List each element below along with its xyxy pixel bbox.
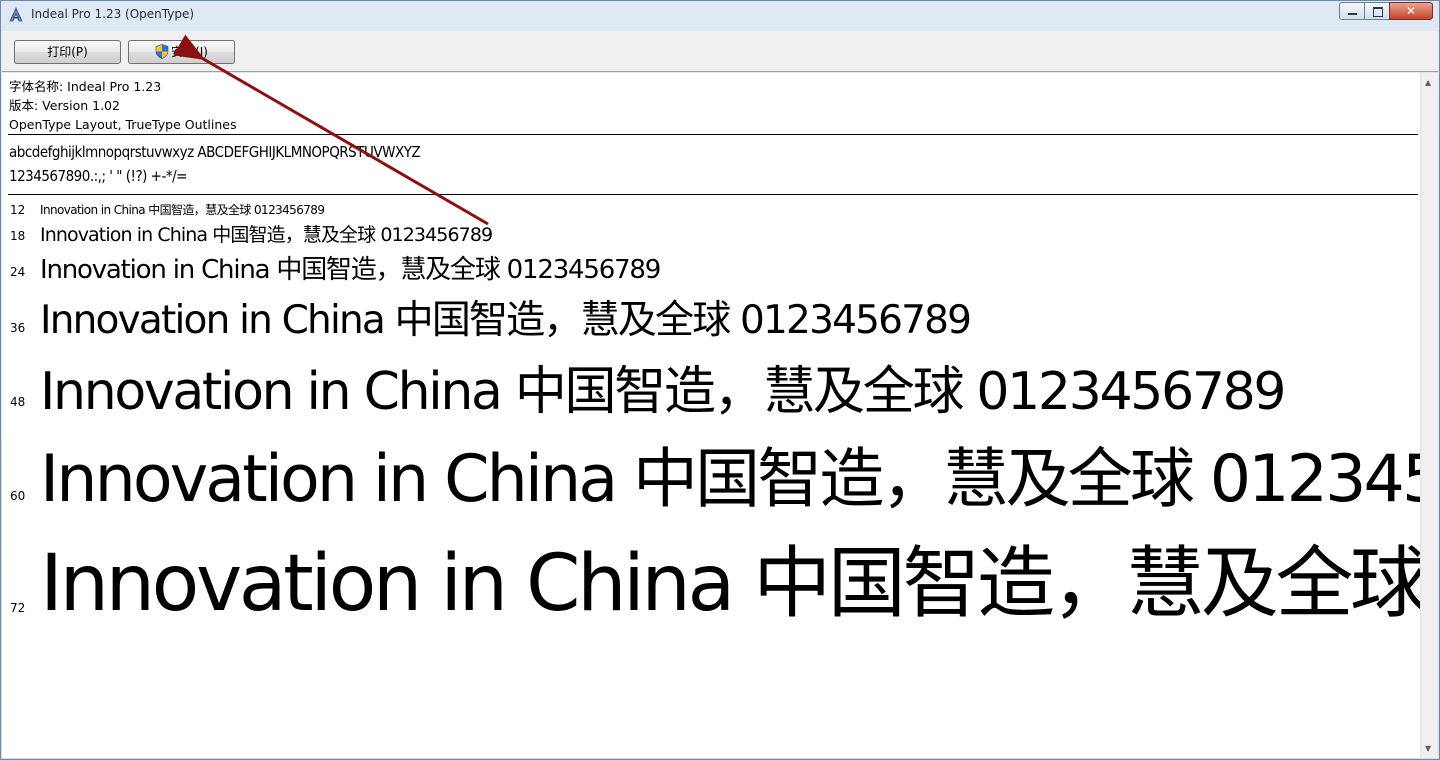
sample-text: Innovation in China 中国智造，慧及全球 0123456789 (40, 298, 972, 343)
font-tech-line: OpenType Layout, TrueType Outlines (9, 117, 237, 132)
character-set-preview: abcdefghijklmnopqrstuvwxyz ABCDEFGHIJKLM… (9, 140, 421, 188)
uac-shield-icon (155, 44, 169, 59)
sample-text: Innovation in China 中国智造，慧及全球 0123456789 (40, 203, 325, 217)
sample-text: Innovation in China 中国智造，慧及全球 0123456789 (40, 224, 493, 246)
install-button-label: 安装(I) (171, 45, 208, 59)
title-bar[interactable]: Indeal Pro 1.23 (OpenType) ✕ (1, 1, 1439, 29)
vertical-scrollbar[interactable]: ▲ ▼ (1420, 73, 1438, 758)
size-label: 60 (10, 489, 26, 503)
font-info-block: 字体名称: Indeal Pro 1.23 版本: Version 1.02 O… (9, 77, 236, 134)
font-preview-pane[interactable]: 字体名称: Indeal Pro 1.23 版本: Version 1.02 O… (2, 73, 1420, 758)
close-icon: ✕ (1405, 4, 1417, 18)
print-button-label: 打印(P) (47, 45, 88, 59)
install-button[interactable]: 安装(I) (128, 40, 235, 64)
window-title: Indeal Pro 1.23 (OpenType) (31, 7, 195, 21)
font-app-icon (9, 7, 23, 22)
charset-digits-symbols: 1234567890.:,; ' " (!?) +-*/= (9, 167, 187, 185)
sample-text: Innovation in China 中国智造，慧及全球 0123456789 (40, 362, 1287, 422)
size-label: 18 (10, 229, 26, 243)
size-label: 48 (10, 395, 26, 409)
size-label: 72 (10, 601, 26, 615)
print-button[interactable]: 打印(P) (14, 40, 121, 64)
scroll-down-icon[interactable]: ▼ (1425, 744, 1431, 753)
maximize-button[interactable] (1364, 2, 1390, 20)
size-label: 36 (10, 321, 26, 335)
divider-bottom (8, 194, 1418, 195)
font-name-line: 字体名称: Indeal Pro 1.23 (9, 79, 162, 94)
toolbar: 打印(P) 安装(I) (2, 31, 1438, 72)
minimize-icon (1348, 13, 1357, 15)
scroll-up-icon[interactable]: ▲ (1425, 78, 1431, 87)
size-label: 12 (10, 203, 26, 217)
charset-letters: abcdefghijklmnopqrstuvwxyz ABCDEFGHIJKLM… (9, 143, 421, 161)
caption-buttons: ✕ (1339, 2, 1433, 20)
sample-text: Innovation in China 中国智造，慧及全球 0123456789 (40, 442, 1420, 517)
sample-text: Innovation in China 中国智造，慧及全球 0123456789 (40, 255, 661, 285)
sample-text: Innovation in China 中国智造，慧及全球 0123456789 (40, 539, 1420, 629)
font-viewer-window: Indeal Pro 1.23 (OpenType) ✕ 打印(P) 安装(I)… (0, 0, 1440, 760)
size-label: 24 (10, 265, 26, 279)
divider-top (8, 134, 1418, 135)
font-version-line: 版本: Version 1.02 (9, 98, 120, 113)
close-button[interactable]: ✕ (1389, 2, 1433, 20)
maximize-icon (1373, 7, 1383, 17)
minimize-button[interactable] (1339, 2, 1365, 20)
